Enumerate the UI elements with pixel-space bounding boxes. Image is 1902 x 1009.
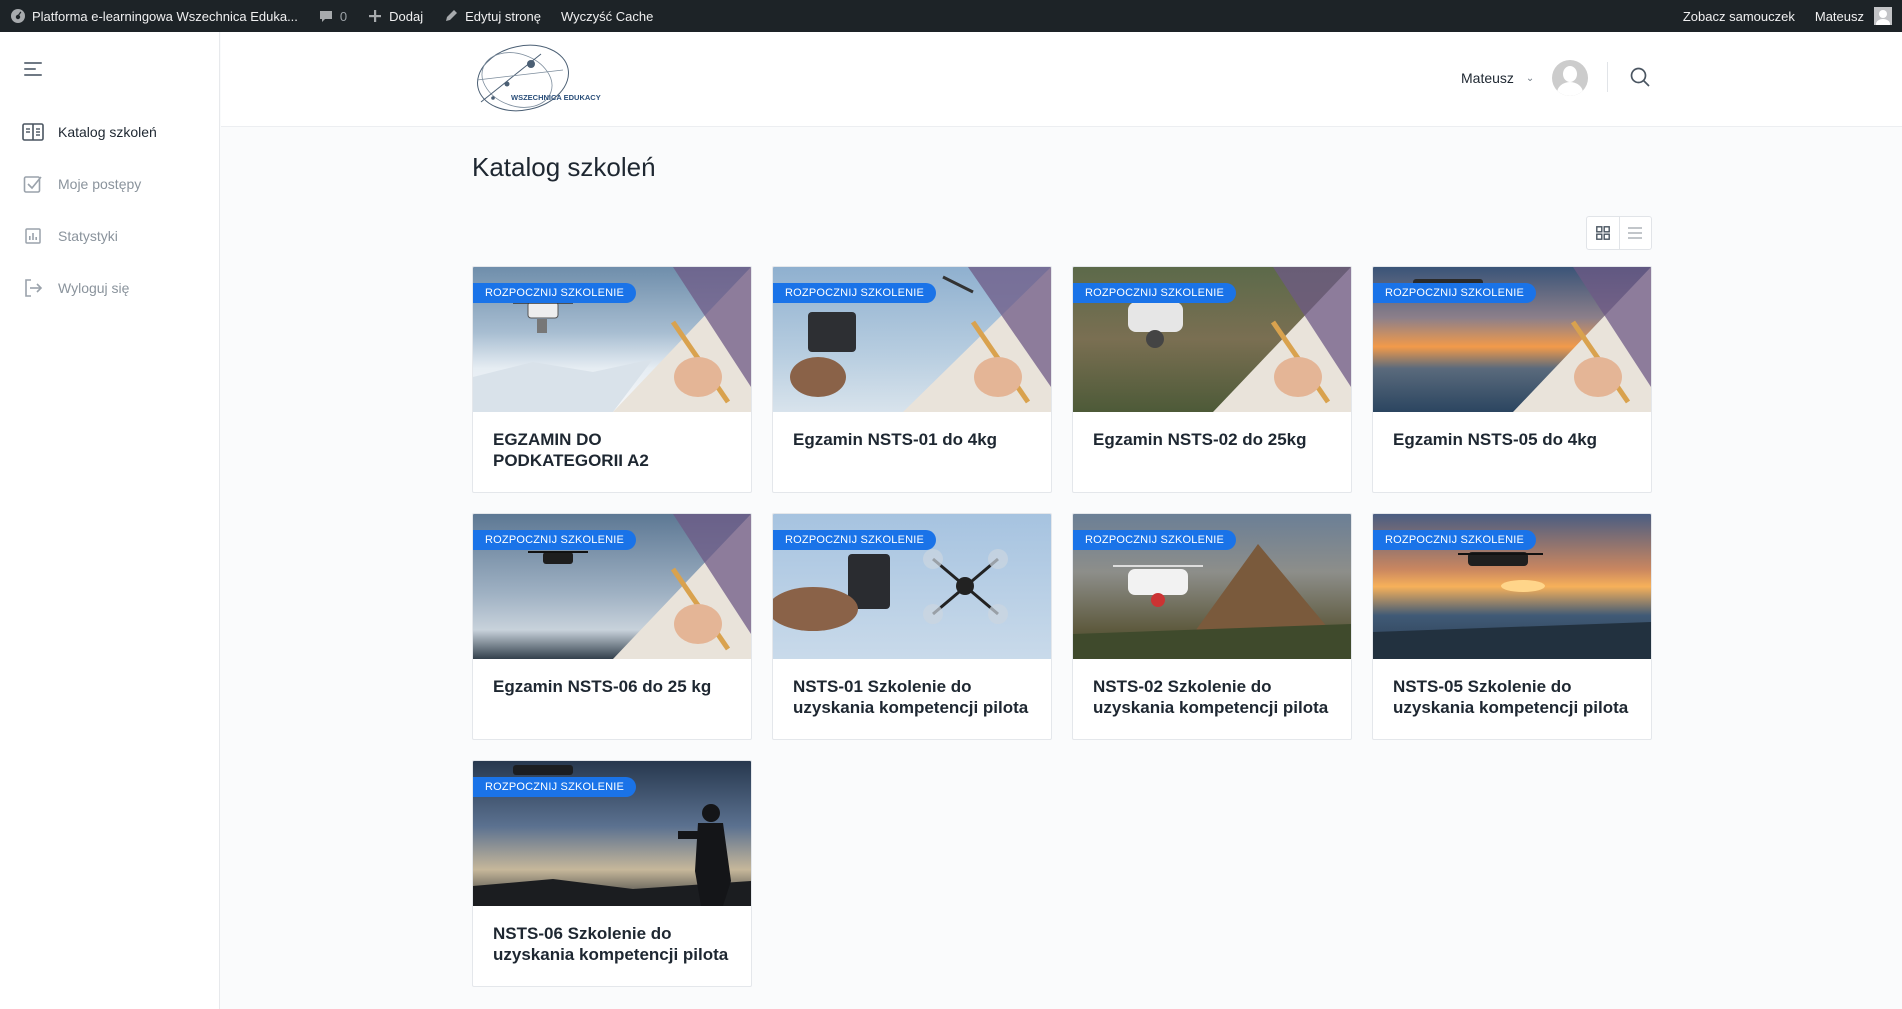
start-course-badge[interactable]: ROZPOCZNIJ SZKOLENIE — [473, 283, 637, 303]
account-avatar-icon — [1874, 7, 1892, 25]
course-grid: ROZPOCZNIJ SZKOLENIE EGZAMIN DO PODKATEG… — [472, 266, 1652, 987]
course-title[interactable]: Egzamin NSTS-02 do 25kg — [1073, 412, 1351, 450]
tutorial-label: Zobacz samouczek — [1682, 8, 1795, 24]
logout-icon — [22, 277, 44, 299]
course-thumbnail[interactable]: ROZPOCZNIJ SZKOLENIE — [1073, 267, 1351, 412]
header-divider — [1607, 62, 1608, 92]
chart-icon — [22, 225, 44, 247]
sidebar-item-label: Katalog szkoleń — [58, 124, 157, 140]
course-card[interactable]: ROZPOCZNIJ SZKOLENIE EGZAMIN DO PODKATEG… — [472, 266, 752, 493]
clear-cache-label: Wyczyść Cache — [560, 8, 654, 24]
site-logo[interactable]: WSZECHNICA EDUKACYJNA — [471, 40, 616, 118]
course-thumbnail[interactable]: ROZPOCZNIJ SZKOLENIE — [473, 514, 751, 659]
start-course-badge[interactable]: ROZPOCZNIJ SZKOLENIE — [473, 777, 637, 797]
course-card[interactable]: ROZPOCZNIJ SZKOLENIE NSTS-02 Szkolenie d… — [1072, 513, 1352, 740]
sidebar-item-label: Moje postępy — [58, 176, 142, 192]
sidebar-item-katalog[interactable]: Katalog szkoleń — [22, 120, 157, 144]
start-course-badge[interactable]: ROZPOCZNIJ SZKOLENIE — [1073, 530, 1237, 550]
list-icon — [1628, 227, 1643, 239]
sidebar-item-statystyki[interactable]: Statystyki — [22, 224, 157, 248]
logo-text: WSZECHNICA EDUKACYJNA — [511, 93, 601, 102]
list-view-button[interactable] — [1618, 217, 1651, 249]
account-name: Mateusz — [1814, 8, 1864, 24]
dashboard-icon — [11, 9, 25, 23]
course-card[interactable]: ROZPOCZNIJ SZKOLENIE Egzamin NSTS-01 do … — [772, 266, 1052, 493]
start-course-badge[interactable]: ROZPOCZNIJ SZKOLENIE — [1373, 283, 1537, 303]
sidebar-item-label: Statystyki — [58, 228, 118, 244]
page-title: Katalog szkoleń — [472, 152, 656, 182]
account-link[interactable]: Mateusz — [1805, 0, 1892, 32]
course-title[interactable]: EGZAMIN DO PODKATEGORII A2 — [473, 412, 751, 471]
course-thumbnail[interactable]: ROZPOCZNIJ SZKOLENIE — [1373, 514, 1651, 659]
grid-view-button[interactable] — [1587, 217, 1619, 249]
edit-page-label: Edytuj stronę — [465, 8, 541, 24]
course-card[interactable]: ROZPOCZNIJ SZKOLENIE NSTS-06 Szkolenie d… — [472, 760, 752, 987]
user-name: Mateusz — [1461, 70, 1514, 86]
course-thumbnail[interactable]: ROZPOCZNIJ SZKOLENIE — [473, 267, 751, 412]
pencil-icon — [446, 10, 458, 21]
sidebar: Katalog szkoleń Moje postępy Statystyki … — [0, 32, 220, 1009]
comments-link[interactable]: 0 — [308, 0, 357, 32]
course-title[interactable]: Egzamin NSTS-01 do 4kg — [773, 412, 1051, 450]
course-title[interactable]: NSTS-02 Szkolenie do uzyskania kompetenc… — [1073, 659, 1351, 718]
course-thumbnail[interactable]: ROZPOCZNIJ SZKOLENIE — [473, 761, 751, 906]
sidebar-item-postepy[interactable]: Moje postępy — [22, 172, 157, 196]
course-thumbnail[interactable]: ROZPOCZNIJ SZKOLENIE — [1373, 267, 1651, 412]
clear-cache-link[interactable]: Wyczyść Cache — [551, 0, 663, 32]
course-thumbnail[interactable]: ROZPOCZNIJ SZKOLENIE — [1073, 514, 1351, 659]
start-course-badge[interactable]: ROZPOCZNIJ SZKOLENIE — [773, 283, 937, 303]
sidebar-item-wyloguj[interactable]: Wyloguj się — [22, 276, 157, 300]
site-name-link[interactable]: Platforma e-learningowa Wszechnica Eduka… — [10, 0, 308, 32]
course-title[interactable]: Egzamin NSTS-05 do 4kg — [1373, 412, 1651, 450]
user-menu[interactable]: Mateusz ⌄ — [1461, 60, 1589, 96]
site-header: WSZECHNICA EDUKACYJNA Mateusz ⌄ — [221, 32, 1902, 127]
add-new-link[interactable]: Dodaj — [357, 0, 433, 32]
course-card[interactable]: ROZPOCZNIJ SZKOLENIE Egzamin NSTS-02 do … — [1072, 266, 1352, 493]
sidebar-nav: Katalog szkoleń Moje postępy Statystyki … — [22, 120, 157, 328]
course-title[interactable]: NSTS-06 Szkolenie do uzyskania kompetenc… — [473, 906, 751, 965]
start-course-badge[interactable]: ROZPOCZNIJ SZKOLENIE — [1373, 530, 1537, 550]
view-toggle — [1586, 216, 1652, 250]
start-course-badge[interactable]: ROZPOCZNIJ SZKOLENIE — [1073, 283, 1237, 303]
edit-page-link[interactable]: Edytuj stronę — [433, 0, 551, 32]
chevron-down-icon: ⌄ — [1525, 72, 1535, 84]
course-card[interactable]: ROZPOCZNIJ SZKOLENIE NSTS-01 Szkolenie d… — [772, 513, 1052, 740]
tutorial-link[interactable]: Zobacz samouczek — [1683, 0, 1805, 32]
course-card[interactable]: ROZPOCZNIJ SZKOLENIE Egzamin NSTS-06 do … — [472, 513, 752, 740]
admin-bar: Platforma e-learningowa Wszechnica Eduka… — [0, 0, 1902, 32]
course-thumbnail[interactable]: ROZPOCZNIJ SZKOLENIE — [773, 514, 1051, 659]
grid-icon — [1596, 226, 1610, 240]
sidebar-item-label: Wyloguj się — [58, 280, 130, 296]
course-card[interactable]: ROZPOCZNIJ SZKOLENIE NSTS-05 Szkolenie d… — [1372, 513, 1652, 740]
comments-count: 0 — [339, 8, 348, 24]
course-title[interactable]: Egzamin NSTS-06 do 25 kg — [473, 659, 751, 697]
course-title[interactable]: NSTS-05 Szkolenie do uzyskania kompetenc… — [1373, 659, 1651, 718]
add-new-label: Dodaj — [389, 8, 424, 24]
menu-toggle-icon[interactable] — [24, 62, 44, 78]
course-thumbnail[interactable]: ROZPOCZNIJ SZKOLENIE — [773, 267, 1051, 412]
book-icon — [22, 121, 44, 143]
plus-icon — [369, 10, 382, 22]
site-name: Platforma e-learningowa Wszechnica Eduka… — [32, 8, 298, 24]
start-course-badge[interactable]: ROZPOCZNIJ SZKOLENIE — [773, 530, 937, 550]
checkbox-icon — [22, 173, 44, 195]
course-title[interactable]: NSTS-01 Szkolenie do uzyskania kompetenc… — [773, 659, 1051, 718]
comment-icon — [319, 11, 332, 22]
search-icon[interactable] — [1629, 66, 1651, 88]
course-card[interactable]: ROZPOCZNIJ SZKOLENIE Egzamin NSTS-05 do … — [1372, 266, 1652, 493]
user-avatar-icon — [1552, 60, 1589, 96]
start-course-badge[interactable]: ROZPOCZNIJ SZKOLENIE — [473, 530, 637, 550]
